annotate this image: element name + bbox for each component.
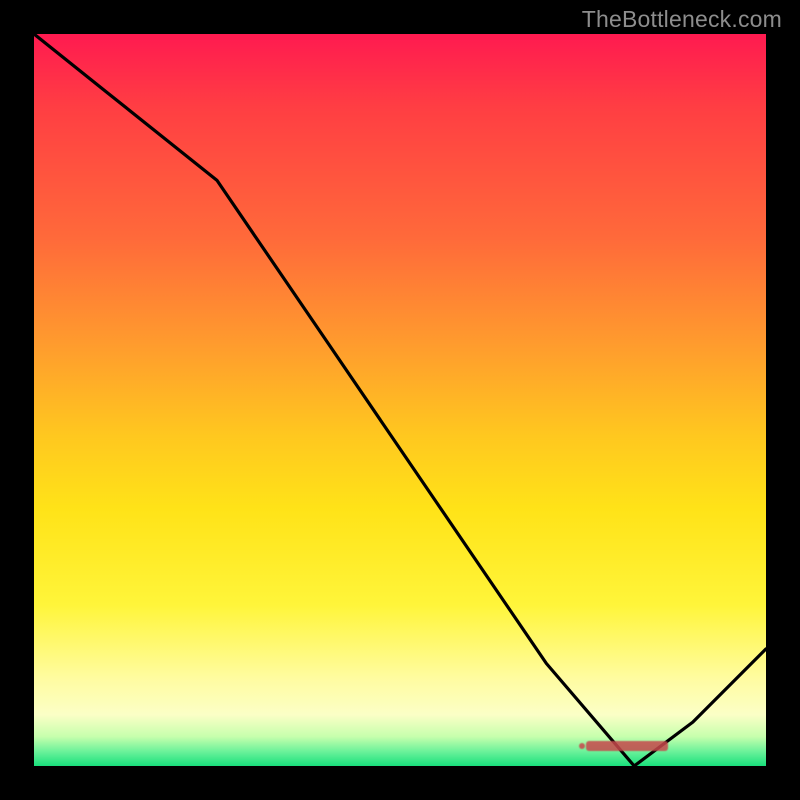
chart-frame: TheBottleneck.com — [0, 0, 800, 800]
chart-plot-area — [34, 34, 766, 766]
attribution-watermark: TheBottleneck.com — [582, 6, 782, 33]
chart-annotation-marker — [586, 741, 668, 751]
